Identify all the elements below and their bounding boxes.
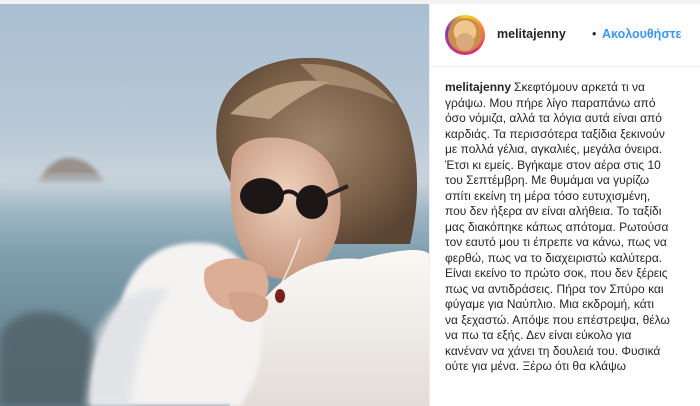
caption-line: κανέναν να χάνει τη δουλειά του. Φυσικά bbox=[445, 343, 661, 358]
caption-line: να πω τα εξής. Δεν είναι εύκολο για bbox=[445, 328, 632, 342]
post-side-panel: melitajenny • Ακολουθήστε melitajenny Σκε… bbox=[429, 4, 700, 406]
caption-line: όσο νόμιζα, αλλά τα λόγια αυτά είναι από bbox=[445, 111, 662, 125]
caption-line: Έτσι κι εμείς. Βγήκαμε στον αέρα στις 10 bbox=[445, 157, 661, 172]
caption-line: ούτε για μένα. Ξέρω ότι θα κλάψω bbox=[445, 359, 627, 373]
post-photo-illustration bbox=[0, 57, 429, 406]
header-separator: • bbox=[592, 27, 597, 41]
caption-line: γράψω. Μου πήρε λίγο παραπάνω από bbox=[445, 95, 656, 110]
caption-line: φερθώ, πως να το διαχειριστώ καλύτερα. bbox=[445, 250, 663, 265]
caption-line: του Σεπτέμβρη. Με θυμάμαι να γυρίζω bbox=[445, 173, 650, 187]
caption-username[interactable]: melitajenny bbox=[445, 80, 511, 94]
caption-line: τον εαυτό μου τι έπρεπε να κάνω, πως να bbox=[445, 235, 667, 249]
caption-line: σπίτι εκείνη τη μέρα τόσο ευτυχισμένη, bbox=[445, 188, 651, 203]
post-caption: melitajenny Σκεφτόμουν αρκετά τι να γράψω… bbox=[445, 80, 695, 375]
post-photo[interactable] bbox=[0, 4, 429, 406]
caption-line: πως να αντιδράσεις. Πήρα τον Σπύρο και bbox=[445, 281, 664, 296]
caption-line: που δεν ήξερα αν είναι αλήθεια. Το ταξίδ… bbox=[445, 204, 662, 218]
caption-line: φύγαμε για Ναύπλιο. Μια εκδρομή, κάτι bbox=[445, 297, 655, 311]
caption-line: να ξεχαστώ. Απόψε που επέστρεψα, θέλω bbox=[445, 312, 670, 327]
caption-text: Σκεφτόμουν αρκετά τι να bbox=[514, 80, 645, 94]
header-username[interactable]: melitajenny bbox=[497, 27, 566, 41]
avatar-photo bbox=[448, 18, 482, 52]
follow-button[interactable]: Ακολουθήστε bbox=[602, 27, 681, 41]
caption-line: melitajenny Σκεφτόμουν αρκετά τι να bbox=[445, 80, 695, 96]
caption-line: με πολλά γέλια, αγκαλιές, μεγάλα όνειρα. bbox=[445, 142, 663, 156]
caption-line: Είναι εκείνο το πρώτο σοκ, που δεν ξέρει… bbox=[445, 266, 668, 280]
caption-line: μας διακόπηκε κάπως απότομα. Ρωτούσα bbox=[445, 219, 669, 234]
avatar[interactable] bbox=[445, 15, 485, 55]
post-header: melitajenny • Ακολουθήστε bbox=[430, 4, 700, 67]
caption-line: καρδιάς. Τα περισσότερα ταξίδια ξεκινούν bbox=[445, 126, 665, 141]
